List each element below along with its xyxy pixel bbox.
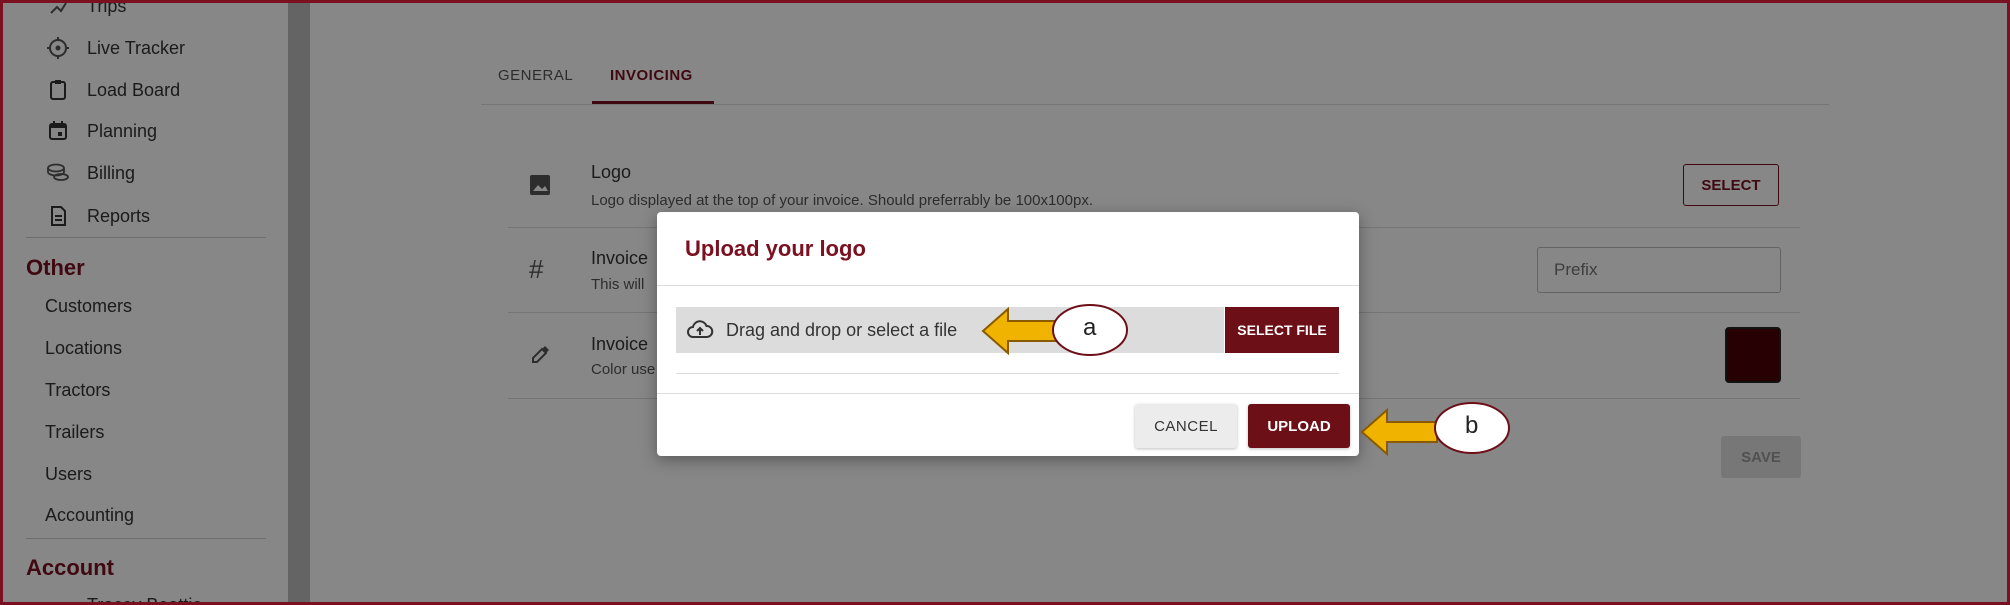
- screenshot-frame: Trips Live Tracker Load Board Planning B…: [0, 0, 2010, 605]
- cancel-button[interactable]: CANCEL: [1135, 404, 1237, 448]
- file-dropzone[interactable]: Drag and drop or select a file: [676, 307, 1224, 353]
- upload-logo-dialog: Upload your logo Drag and drop or select…: [657, 212, 1359, 456]
- dialog-divider: [657, 393, 1359, 394]
- dropzone-text: Drag and drop or select a file: [726, 319, 958, 340]
- callout-label-a: a: [1083, 314, 1097, 341]
- dialog-divider: [676, 373, 1339, 374]
- callout-label-b: b: [1465, 412, 1479, 439]
- cloud-upload-icon: [686, 319, 714, 341]
- upload-button[interactable]: UPLOAD: [1248, 404, 1350, 448]
- dialog-title: Upload your logo: [685, 236, 866, 261]
- select-file-button[interactable]: SELECT FILE: [1225, 307, 1339, 353]
- dialog-divider: [657, 285, 1359, 286]
